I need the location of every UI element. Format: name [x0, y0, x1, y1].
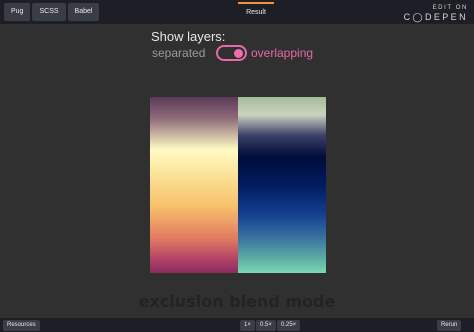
separated-label[interactable]: separated — [152, 46, 205, 60]
codepen-logo: C◯DEPEN — [403, 12, 468, 22]
tab-result[interactable]: Result — [238, 2, 274, 22]
edit-on-codepen-link[interactable]: EDIT ON C◯DEPEN — [404, 4, 468, 23]
gradient-layer-cool — [238, 97, 326, 273]
blend-mode-caption: exclusion blend mode — [138, 292, 336, 311]
tab-pug[interactable]: Pug — [4, 3, 31, 21]
zoom-0-5x-button[interactable]: 0.5× — [256, 320, 276, 331]
gradient-layer-warm — [150, 97, 238, 273]
codepen-bottom-bar: Resources 1× 0.5× 0.25× Rerun — [0, 318, 474, 332]
zoom-1x-button[interactable]: 1× — [240, 320, 255, 331]
overlapping-label[interactable]: overlapping — [251, 46, 313, 60]
zoom-0-25x-button[interactable]: 0.25× — [277, 320, 301, 331]
tab-scss[interactable]: SCSS — [32, 3, 66, 21]
toggle-knob — [234, 49, 243, 58]
editor-tabs: Pug SCSS Babel — [4, 3, 100, 21]
codepen-top-bar: Pug SCSS Babel Result EDIT ON C◯DEPEN — [0, 0, 474, 24]
result-pane: Show layers: separated overlapping exclu… — [0, 24, 474, 318]
show-layers-heading: Show layers: — [151, 29, 226, 44]
layers-toggle-switch[interactable] — [216, 45, 247, 61]
blend-layers — [150, 97, 326, 273]
tab-babel[interactable]: Babel — [67, 3, 100, 21]
edit-on-label: EDIT ON — [432, 5, 468, 11]
resources-button[interactable]: Resources — [3, 320, 40, 331]
rerun-button[interactable]: Rerun — [437, 320, 462, 331]
